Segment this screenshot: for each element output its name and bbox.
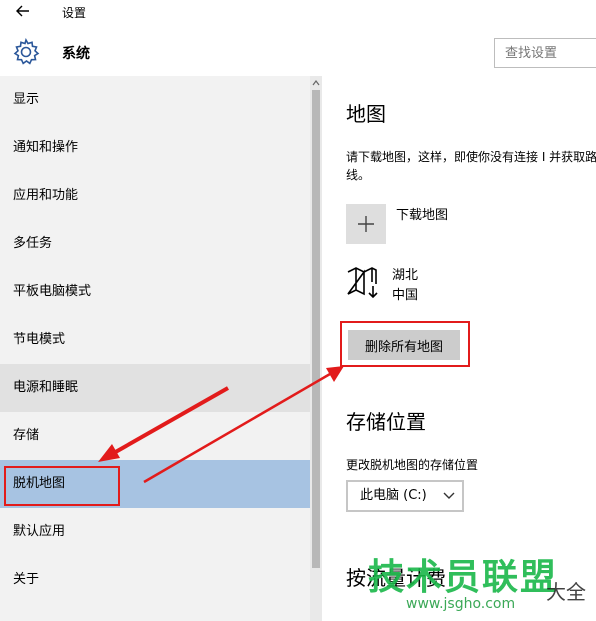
search-input[interactable] <box>494 38 596 68</box>
section-title: 系统 <box>62 46 90 62</box>
maps-heading: 地图 <box>346 102 386 126</box>
storage-drive-value: 此电脑 (C:) <box>360 488 427 503</box>
page-header: 系统 <box>0 24 596 80</box>
sidebar-item-default-apps[interactable]: 默认应用 <box>0 508 310 556</box>
download-maps-button[interactable] <box>346 204 386 244</box>
watermark-tail: 大全 <box>546 580 586 604</box>
content-pane: 地图 请下载地图，这样，即使你没有连接 I 并获取路线。 下载地图 湖北 中国 … <box>322 76 596 621</box>
storage-location-label: 更改脱机地图的存储位置 <box>346 458 479 472</box>
storage-drive-dropdown[interactable]: 此电脑 (C:) <box>346 480 464 512</box>
sidebar-item-multitasking[interactable]: 多任务 <box>0 220 310 268</box>
sidebar: 显示 通知和操作 应用和功能 多任务 平板电脑模式 节电模式 电源和睡眠 存储 … <box>0 76 322 621</box>
annotation-highlight-box-sidebar <box>4 466 120 506</box>
title-bar: 设置 <box>0 0 596 24</box>
download-maps-label[interactable]: 下载地图 <box>396 204 448 223</box>
sidebar-item-about[interactable]: 关于 <box>0 556 310 604</box>
sidebar-item-notifications[interactable]: 通知和操作 <box>0 124 310 172</box>
sidebar-item-tablet-mode[interactable]: 平板电脑模式 <box>0 268 310 316</box>
sidebar-item-apps[interactable]: 应用和功能 <box>0 172 310 220</box>
map-download-icon <box>347 267 378 299</box>
scroll-up-icon[interactable] <box>311 78 321 88</box>
map-region-country[interactable]: 中国 <box>392 284 418 303</box>
sidebar-item-display[interactable]: 显示 <box>0 76 310 124</box>
annotation-highlight-box <box>340 321 470 367</box>
chevron-down-icon <box>443 492 455 499</box>
map-region-name[interactable]: 湖北 <box>392 264 418 283</box>
sidebar-item-battery-saver[interactable]: 节电模式 <box>0 316 310 364</box>
gear-icon <box>13 38 40 65</box>
watermark-url: www.jsgho.com <box>406 596 516 612</box>
storage-heading: 存储位置 <box>346 410 426 434</box>
maps-description: 请下载地图，这样，即使你没有连接 I 并获取路线。 <box>346 150 596 182</box>
watermark-brand: 技术员联盟 <box>368 557 559 598</box>
scrollbar-thumb[interactable] <box>312 90 320 568</box>
plus-icon <box>358 216 374 232</box>
sidebar-item-storage[interactable]: 存储 <box>0 412 310 460</box>
sidebar-item-power-sleep[interactable]: 电源和睡眠 <box>0 364 310 412</box>
back-arrow-icon[interactable] <box>14 2 32 20</box>
window-title: 设置 <box>62 6 87 20</box>
